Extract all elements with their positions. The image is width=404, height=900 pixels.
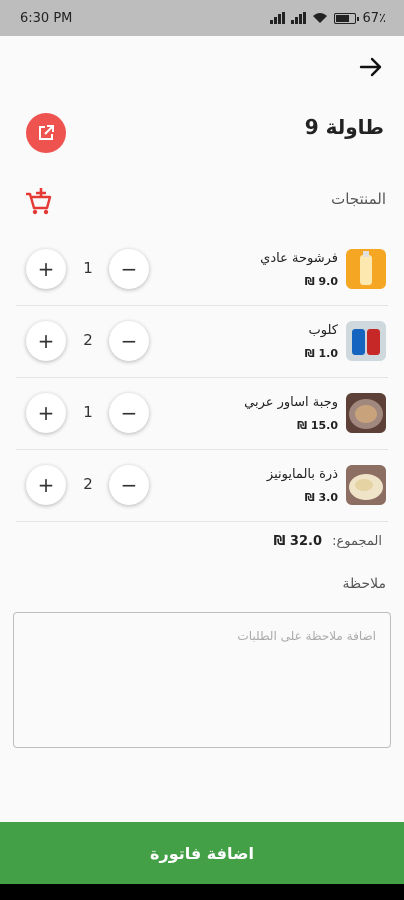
total-label: المجموع:: [332, 534, 382, 549]
increase-quantity-button[interactable]: +: [26, 465, 66, 505]
signal-2-icon: [291, 12, 307, 24]
edit-button[interactable]: [26, 113, 66, 153]
product-row: كلوب 1.0 ₪ − 2 +: [16, 306, 388, 378]
quantity-value: 2: [83, 475, 93, 493]
total-value: 32.0 ₪: [273, 534, 322, 549]
decrease-quantity-button[interactable]: −: [109, 465, 149, 505]
increase-quantity-button[interactable]: +: [26, 321, 66, 361]
battery-level: [336, 14, 349, 22]
product-row: ذرة بالمايونيز 3.0 ₪ − 2 +: [16, 450, 388, 522]
note-input[interactable]: [13, 612, 391, 748]
plus-icon: +: [37, 257, 55, 281]
table-title: طاولة 9: [304, 115, 384, 139]
product-list: فرشوحة عادي 9.0 ₪ − 1 + كلوب 1.0 ₪ − 2 +…: [16, 234, 388, 522]
product-image: [346, 465, 386, 505]
product-price: 3.0 ₪: [304, 491, 338, 504]
product-name: ذرة بالمايونيز: [266, 467, 338, 482]
quantity-value: 1: [83, 259, 93, 277]
signal-icon: [270, 12, 286, 24]
minus-icon: −: [120, 257, 138, 281]
status-time: 6:30 PM: [20, 10, 73, 26]
decrease-quantity-button[interactable]: −: [109, 321, 149, 361]
decrease-quantity-button[interactable]: −: [109, 249, 149, 289]
quantity-value: 1: [83, 403, 93, 421]
quantity-value: 2: [83, 331, 93, 349]
plus-icon: +: [37, 473, 55, 497]
product-name: فرشوحة عادي: [260, 251, 338, 266]
decrease-quantity-button[interactable]: −: [109, 393, 149, 433]
increase-quantity-button[interactable]: +: [26, 393, 66, 433]
product-price: 15.0 ₪: [297, 419, 338, 432]
battery-percent: 67٪: [362, 10, 386, 26]
product-price: 9.0 ₪: [304, 275, 338, 288]
add-invoice-button[interactable]: اضافة فاتورة: [0, 822, 404, 884]
plus-icon: +: [37, 401, 55, 425]
product-price: 1.0 ₪: [304, 347, 338, 360]
product-image: [346, 321, 386, 361]
minus-icon: −: [120, 473, 138, 497]
minus-icon: −: [120, 401, 138, 425]
product-row: وجبة اساور عربي 15.0 ₪ − 1 +: [16, 378, 388, 450]
battery-icon: [334, 12, 360, 24]
arrow-right-icon[interactable]: [358, 54, 384, 80]
note-label: ملاحظة: [342, 576, 387, 592]
increase-quantity-button[interactable]: +: [26, 249, 66, 289]
wifi-icon: [313, 13, 328, 23]
edit-external-icon: [39, 125, 54, 140]
plus-icon: +: [37, 329, 55, 353]
product-name: وجبة اساور عربي: [244, 395, 338, 410]
product-image: [346, 393, 386, 433]
product-image: [346, 249, 386, 289]
minus-icon: −: [120, 329, 138, 353]
cart-add-icon[interactable]: [24, 186, 52, 216]
product-name: كلوب: [308, 323, 338, 338]
system-nav-bar: [0, 884, 404, 900]
products-section-label: المنتجات: [331, 190, 386, 208]
status-bar: 6:30 PM 67٪: [0, 0, 404, 36]
total-line: المجموع: 32.0 ₪: [274, 534, 382, 549]
status-icons: 67٪: [270, 11, 386, 26]
product-row: فرشوحة عادي 9.0 ₪ − 1 +: [16, 234, 388, 306]
